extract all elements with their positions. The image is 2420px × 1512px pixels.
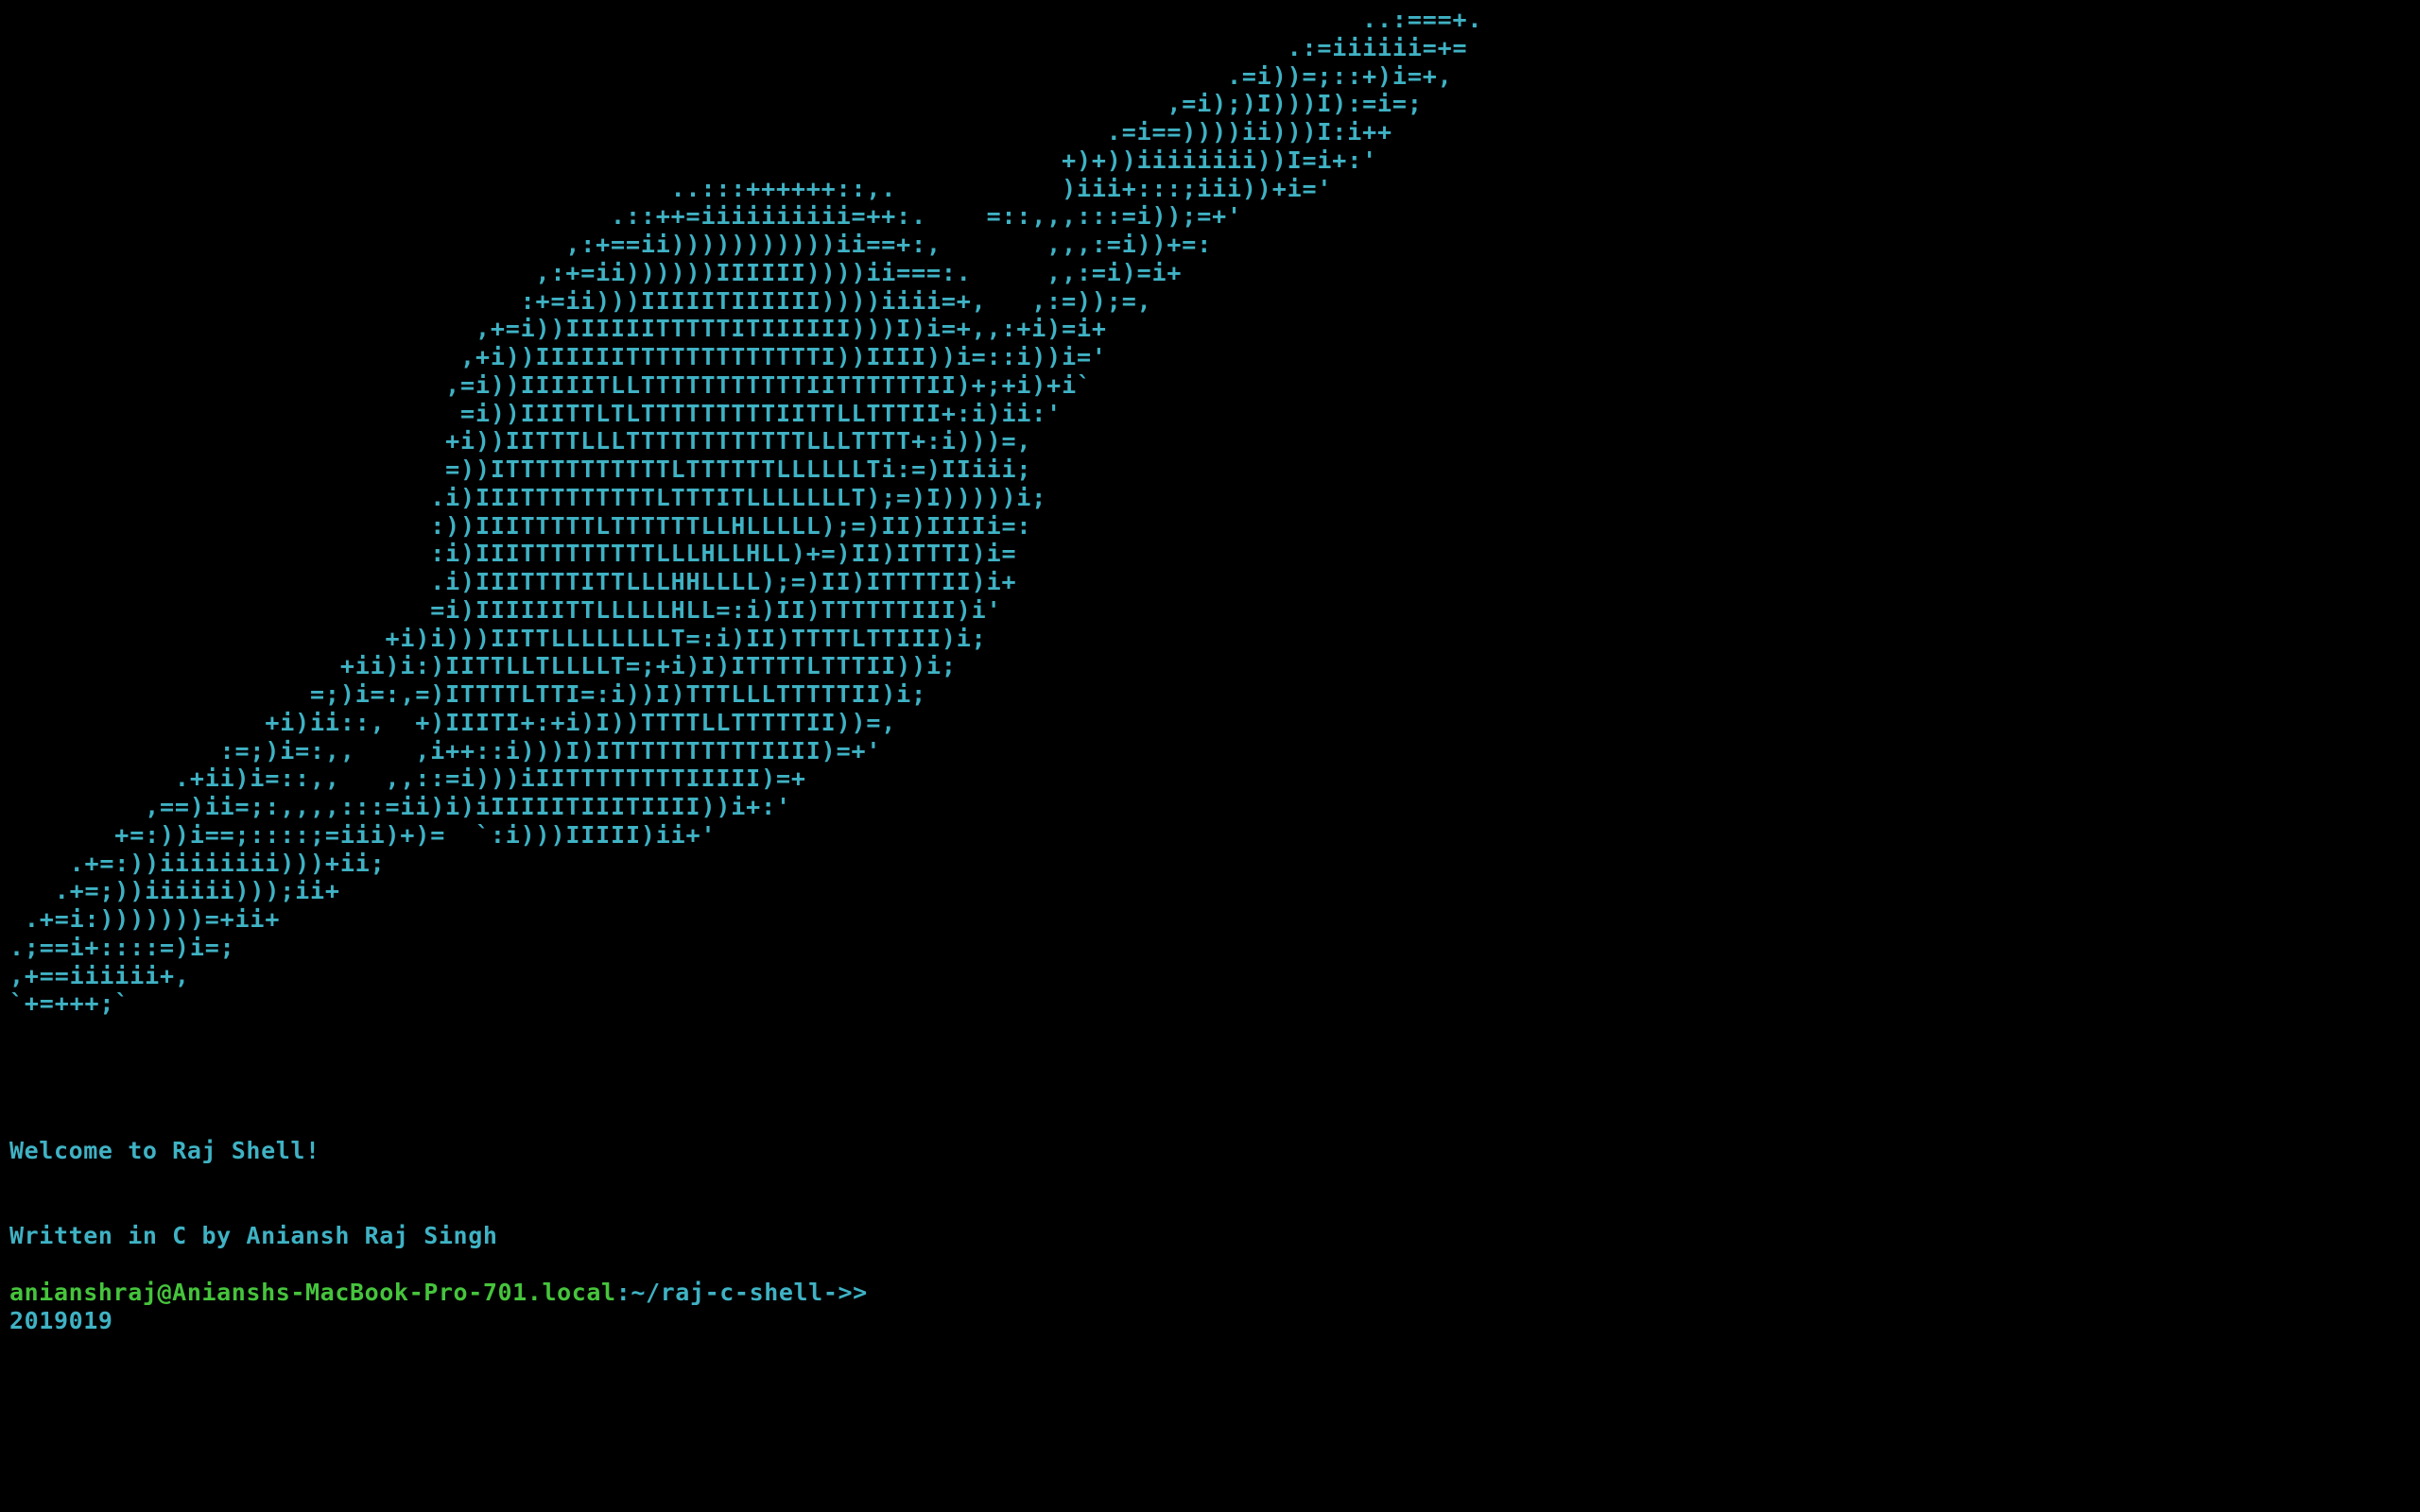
welcome-line-title: Welcome to Raj Shell! <box>9 1137 320 1164</box>
command-prompt[interactable]: anianshraj@Anianshs-MacBook-Pro-701.loca… <box>9 1279 881 1307</box>
welcome-line-id: 2019019 <box>9 1307 113 1334</box>
welcome-line-author: Written in C by Aniansh Raj Singh <box>9 1222 498 1249</box>
prompt-path: :~/raj-c-shell->> <box>615 1279 868 1306</box>
prompt-user-host: anianshraj@Anianshs-MacBook-Pro-701.loca… <box>9 1279 616 1306</box>
text-cursor[interactable] <box>868 1281 881 1306</box>
ascii-art-banner: ..:===+. .:=iiiiii=+= .=i))=;::+)i=+, ,=… <box>9 6 1483 1018</box>
welcome-message: Welcome to Raj Shell! Written in C by An… <box>9 1080 498 1392</box>
terminal-window[interactable]: ..:===+. .:=iiiiii=+= .=i))=;::+)i=+, ,=… <box>0 0 2420 1512</box>
